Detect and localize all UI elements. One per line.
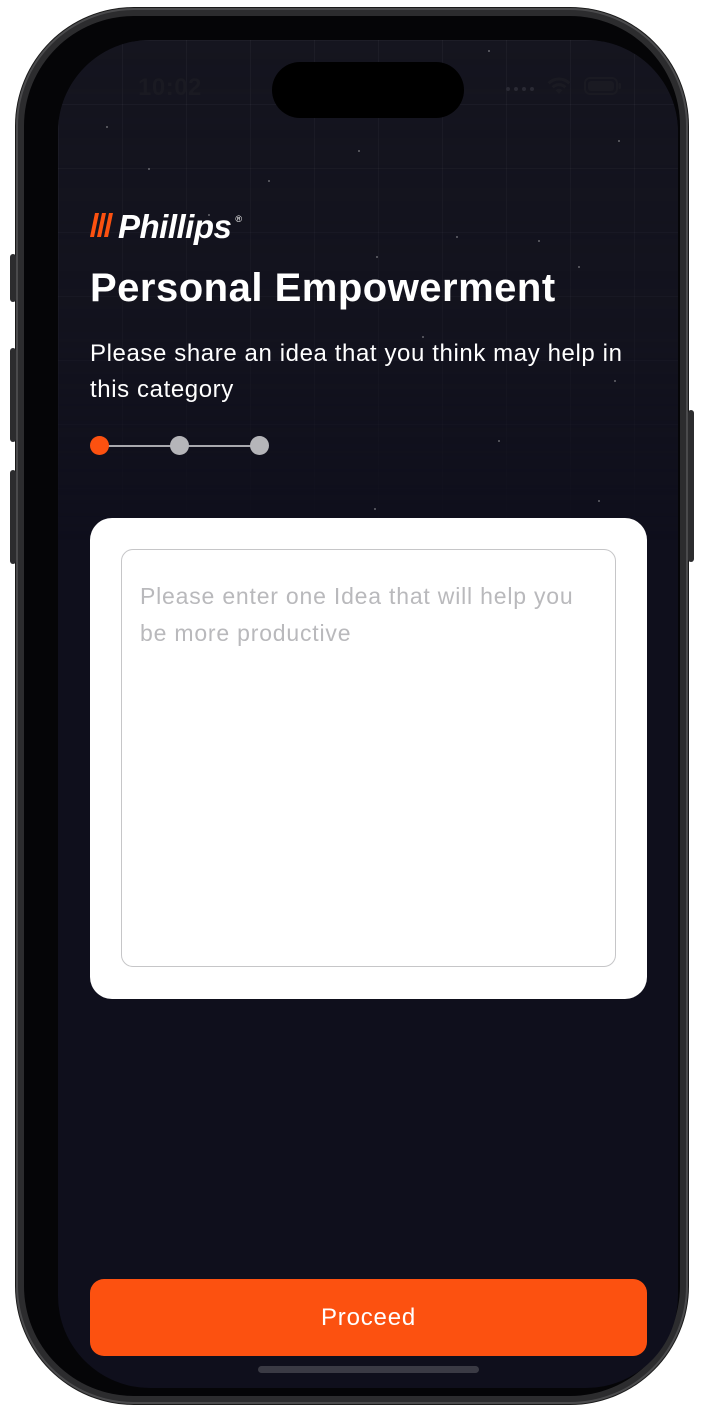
phone-frame: 10:02 Phillips ® Personal Empowerment Pl… <box>10 8 694 1404</box>
status-time: 10:02 <box>138 74 202 101</box>
cellular-signal-icon <box>506 86 534 91</box>
step-dot-1 <box>90 436 109 455</box>
proceed-button[interactable]: Proceed <box>90 1279 647 1356</box>
star-dot <box>498 440 500 442</box>
star-dot <box>456 236 458 238</box>
step-dot-3 <box>250 436 269 455</box>
wifi-icon <box>546 76 572 101</box>
volume-up-button <box>10 348 16 442</box>
action-button <box>10 254 16 302</box>
stepper-line <box>99 445 179 447</box>
app-screen: 10:02 Phillips ® Personal Empowerment Pl… <box>58 40 678 1388</box>
star-dot <box>618 140 620 142</box>
star-dot <box>598 500 600 502</box>
step-dot-2 <box>170 436 189 455</box>
volume-down-button <box>10 470 16 564</box>
star-dot <box>374 508 376 510</box>
home-indicator[interactable] <box>258 1366 479 1373</box>
logo-text: Phillips <box>118 208 232 245</box>
stepper-line <box>179 445 259 447</box>
page-title: Personal Empowerment <box>90 266 556 310</box>
power-button <box>688 410 694 562</box>
progress-stepper <box>90 436 272 456</box>
star-dot <box>358 150 360 152</box>
idea-input[interactable] <box>121 549 616 967</box>
star-dot <box>538 240 540 242</box>
logo-stripes-icon <box>90 211 114 244</box>
page-subtitle: Please share an idea that you think may … <box>90 340 623 403</box>
registered-mark: ® <box>235 214 242 224</box>
phillips-logo: Phillips ® <box>90 208 242 246</box>
star-dot <box>578 266 580 268</box>
idea-card <box>90 518 647 999</box>
dynamic-island <box>272 62 464 118</box>
star-dot <box>268 180 270 182</box>
star-dot <box>106 126 108 128</box>
status-icons <box>506 76 622 101</box>
battery-icon <box>584 76 622 101</box>
star-dot <box>488 50 490 52</box>
star-dot <box>376 256 378 258</box>
star-dot <box>148 168 150 170</box>
